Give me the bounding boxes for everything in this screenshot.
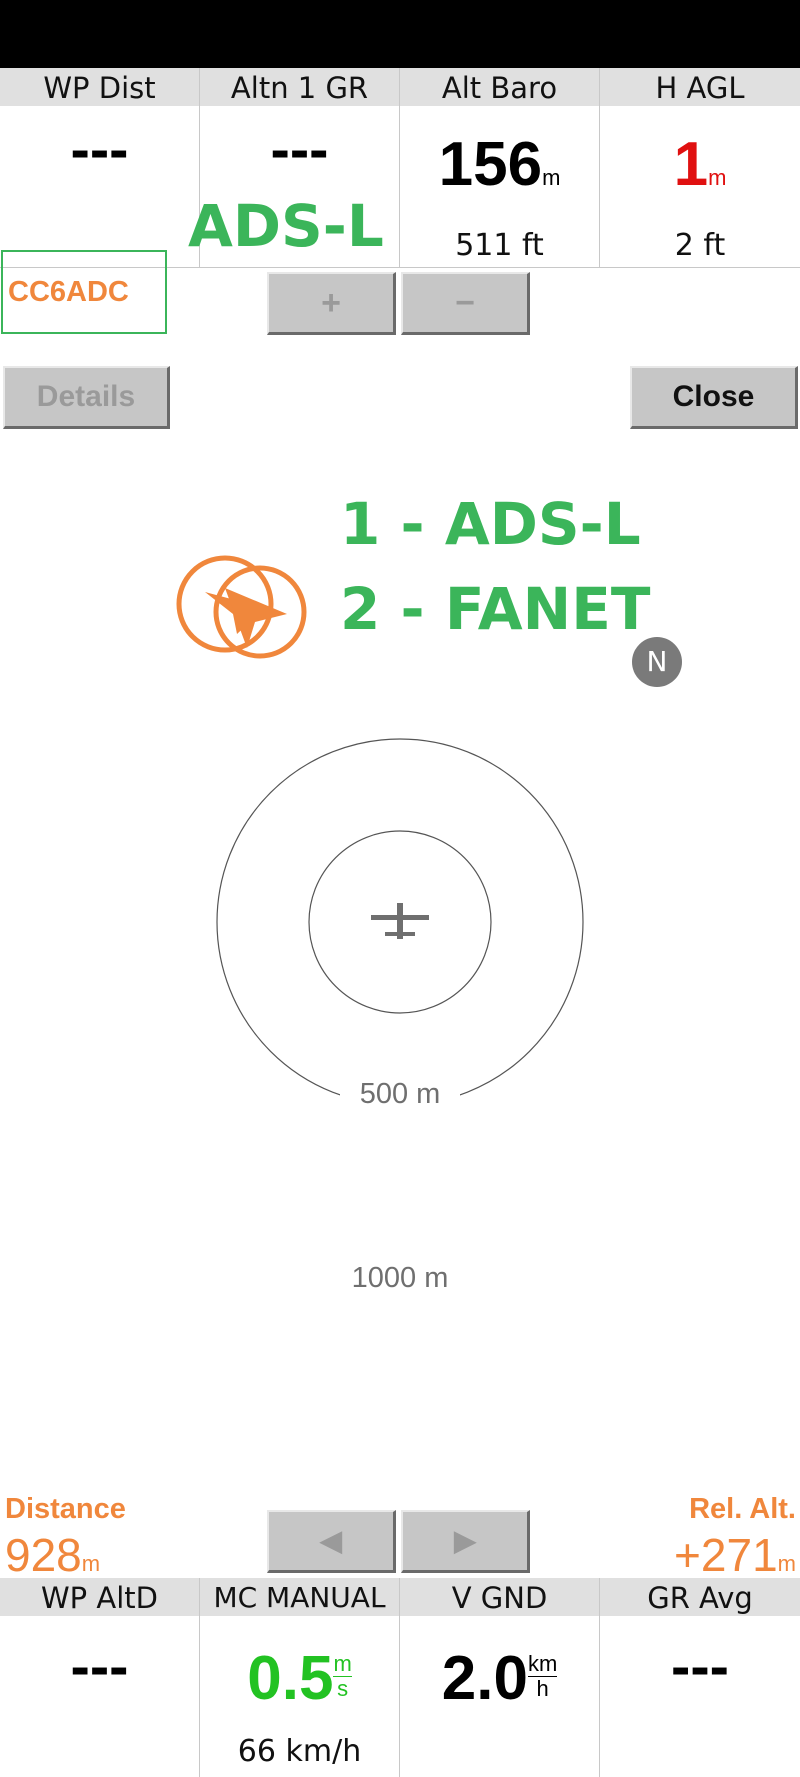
traffic-target-icon[interactable] bbox=[175, 552, 310, 662]
north-indicator: N bbox=[632, 637, 682, 687]
infobox-unit: m bbox=[708, 165, 727, 190]
rel-alt-readout: +271m bbox=[674, 1528, 796, 1582]
infobox-value-wrap: 0.5 m s bbox=[200, 1648, 399, 1710]
infobox-value: 0.5 bbox=[247, 1644, 334, 1713]
infobox-value: --- bbox=[671, 1634, 729, 1699]
unit-numerator: m bbox=[333, 1651, 352, 1677]
rel-alt-value: +271 bbox=[674, 1529, 778, 1581]
zoom-in-button[interactable]: + bbox=[267, 272, 396, 335]
traffic-type-label: ADS-L bbox=[188, 192, 384, 260]
infobox-sub-value: 66 km/h bbox=[237, 1734, 362, 1769]
infobox-unit: m bbox=[542, 165, 561, 190]
infobox-value: 2.0 bbox=[441, 1644, 528, 1713]
traffic-id-box[interactable]: CC6ADC bbox=[1, 250, 167, 334]
infobox-title: WP Dist bbox=[0, 68, 199, 106]
unit-denominator: h bbox=[536, 1676, 549, 1701]
infobox-value: 156 bbox=[438, 130, 543, 199]
infobox-h-agl[interactable]: H AGL 1m 2 ft bbox=[600, 68, 800, 268]
own-aircraft-icon bbox=[371, 903, 429, 939]
infobox-title: WP AltD bbox=[0, 1578, 199, 1616]
infobox-v-gnd[interactable]: V GND 2.0 km h bbox=[400, 1578, 600, 1777]
unit-numerator: km bbox=[527, 1651, 558, 1677]
infobox-wp-dist[interactable]: WP Dist --- bbox=[0, 68, 200, 268]
infobox-value-wrap: 156m bbox=[400, 134, 599, 196]
unit-denominator: s bbox=[337, 1676, 349, 1701]
infobox-value: --- bbox=[270, 117, 329, 182]
distance-readout: 928m bbox=[5, 1528, 100, 1582]
infobox-title: MC MANUAL bbox=[200, 1578, 399, 1616]
rel-alt-unit: m bbox=[777, 1551, 796, 1576]
infobox-value: --- bbox=[70, 117, 129, 182]
source-1: 1 - ADS-L bbox=[340, 490, 641, 558]
infobox-unit-fraction: km h bbox=[527, 1651, 558, 1701]
prev-target-button[interactable]: ◀ bbox=[267, 1510, 396, 1573]
close-button[interactable]: Close bbox=[630, 366, 798, 429]
ring-label-500: 500 m bbox=[340, 1078, 460, 1111]
traffic-id: CC6ADC bbox=[8, 276, 129, 308]
infobox-sub-value: 2 ft bbox=[674, 228, 726, 263]
distance-value: 928 bbox=[5, 1529, 82, 1581]
status-bar bbox=[0, 0, 800, 68]
next-target-button[interactable]: ▶ bbox=[401, 1510, 530, 1573]
infobox-value: 1 bbox=[673, 130, 709, 199]
details-button[interactable]: Details bbox=[3, 366, 170, 429]
infobox-value-wrap: 1m bbox=[600, 134, 800, 196]
zoom-out-button[interactable]: − bbox=[401, 272, 530, 335]
infobox-gr-avg[interactable]: GR Avg --- bbox=[600, 1578, 800, 1777]
infobox-unit-fraction: ms bbox=[333, 1651, 352, 1701]
infobox-value: --- bbox=[70, 1634, 129, 1699]
infobox-mc-manual[interactable]: MC MANUAL 0.5 m s 66 km/h bbox=[200, 1578, 400, 1777]
infobox-title: Alt Baro bbox=[400, 68, 599, 106]
infobox-alt-baro[interactable]: Alt Baro 156m 511 ft bbox=[400, 68, 600, 268]
infobox-title: Altn 1 GR bbox=[200, 68, 399, 106]
infobox-title: GR Avg bbox=[600, 1578, 800, 1616]
infobox-title: V GND bbox=[400, 1578, 599, 1616]
distance-unit: m bbox=[81, 1551, 101, 1576]
infobox-title: H AGL bbox=[600, 68, 800, 106]
source-2: 2 - FANET bbox=[340, 575, 651, 643]
infobox-wp-altd[interactable]: WP AltD --- bbox=[0, 1578, 200, 1777]
infobox-sub-value: 511 ft bbox=[455, 228, 544, 263]
infobox-value-wrap: 2.0 km h bbox=[400, 1648, 599, 1710]
rel-alt-label: Rel. Alt. bbox=[689, 1493, 796, 1525]
distance-label: Distance bbox=[5, 1493, 126, 1525]
ring-label-1000: 1000 m bbox=[351, 1262, 449, 1294]
